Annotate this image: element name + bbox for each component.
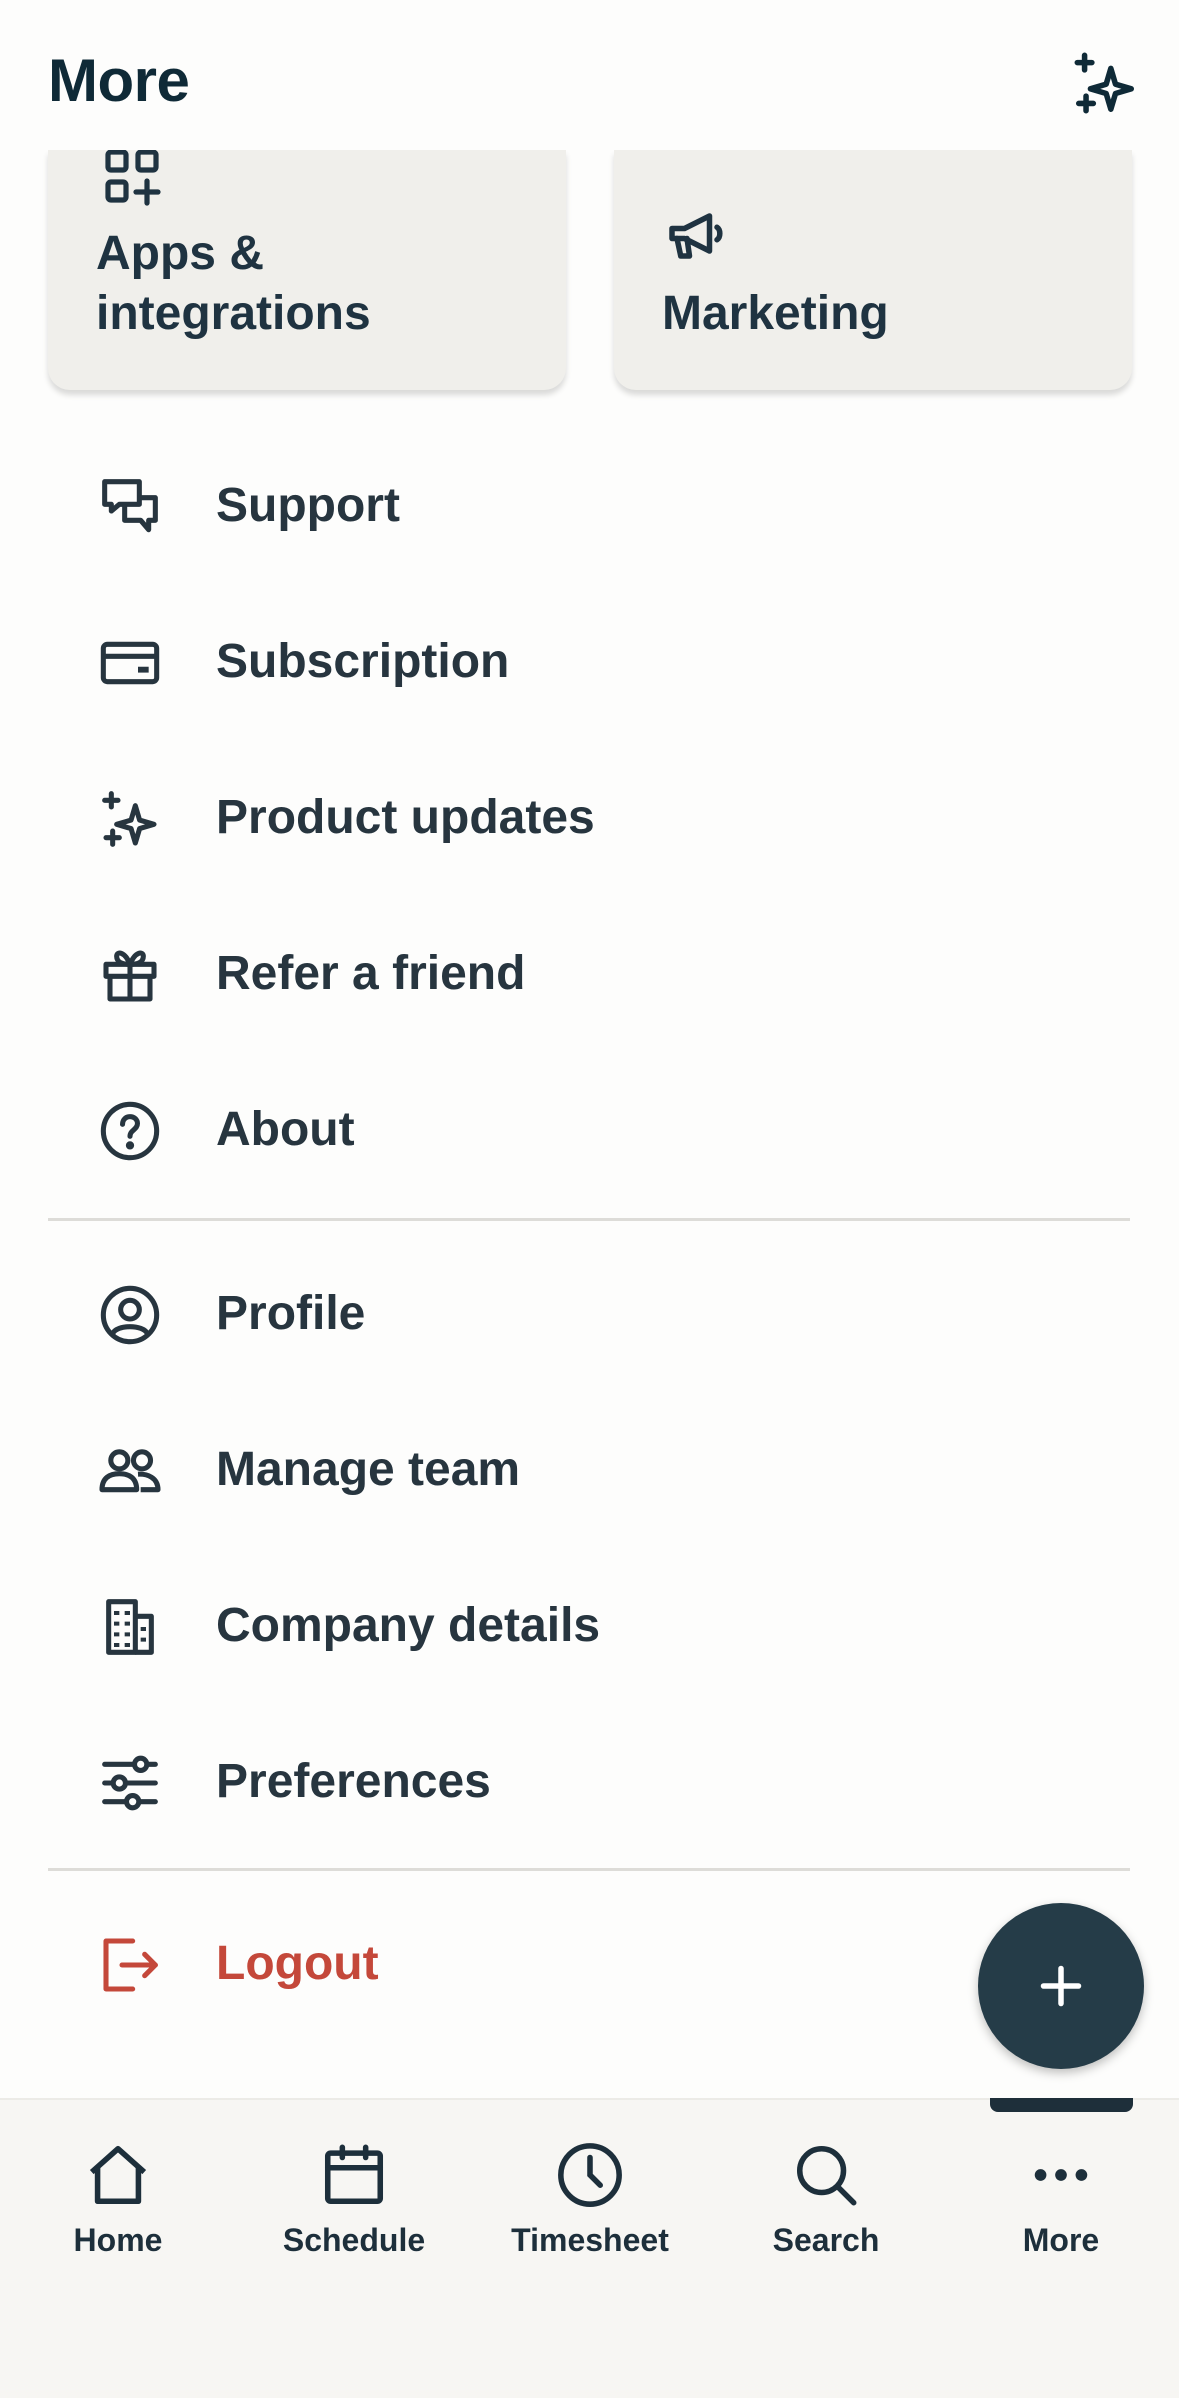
- calendar-icon: [324, 2144, 384, 2205]
- more-dots-icon: [1034, 2169, 1088, 2181]
- building-icon: [106, 1599, 154, 1655]
- nav-label: Search: [772, 2222, 880, 2258]
- add-fab-button[interactable]: [978, 1903, 1144, 2069]
- credit-card-icon: [100, 641, 160, 685]
- header: More: [0, 0, 1179, 150]
- section-divider: [48, 1868, 1130, 1871]
- team-icon: [99, 1449, 161, 1493]
- nav-schedule[interactable]: Schedule: [236, 2100, 472, 2280]
- nav-label: Schedule: [282, 2222, 426, 2258]
- menu-item-label: Manage team: [216, 1443, 521, 1496]
- nav-label: Home: [73, 2222, 163, 2258]
- marketing-label: Marketing: [662, 287, 889, 340]
- menu-item-label: Preferences: [216, 1755, 491, 1808]
- nav-more[interactable]: More: [943, 2100, 1179, 2280]
- megaphone-icon: [669, 213, 723, 259]
- apps-integrations-label-line2: integrations: [96, 287, 371, 340]
- menu-item-company-details[interactable]: Company details: [48, 1550, 1130, 1700]
- bottom-nav: Home Schedule Timesheet Search More: [0, 2098, 1179, 2398]
- nav-label: Timesheet: [511, 2222, 669, 2258]
- home-icon: [89, 2145, 147, 2205]
- menu-item-label: About: [216, 1103, 355, 1156]
- search-icon: [796, 2145, 857, 2206]
- apps-grid-icon: [105, 150, 161, 206]
- menu-item-subscription[interactable]: Subscription: [48, 586, 1130, 736]
- gift-icon: [103, 950, 157, 1002]
- menu-item-refer-a-friend[interactable]: Refer a friend: [48, 898, 1130, 1048]
- marketing-card[interactable]: Marketing: [614, 150, 1132, 390]
- nav-search[interactable]: Search: [708, 2100, 944, 2280]
- menu-item-label: Subscription: [216, 635, 510, 688]
- menu-item-about[interactable]: About: [48, 1054, 1130, 1204]
- apps-integrations-card[interactable]: Apps & integrations: [48, 150, 566, 390]
- apps-integrations-label-line1: Apps &: [96, 227, 264, 280]
- sliders-icon: [102, 1755, 158, 1811]
- user-circle-icon: [100, 1285, 160, 1345]
- nav-label: More: [1022, 2222, 1100, 2258]
- clock-icon: [558, 2143, 622, 2207]
- chat-bubbles-icon: [102, 479, 158, 533]
- product-updates-button[interactable]: [1070, 48, 1140, 118]
- menu-item-label: Product updates: [216, 791, 595, 844]
- logout-icon: [103, 1938, 158, 1992]
- logout-label: Logout: [216, 1937, 379, 1990]
- plus-icon: [1040, 1965, 1082, 2007]
- logout-button[interactable]: Logout: [48, 1888, 1130, 2038]
- menu-item-preferences[interactable]: Preferences: [48, 1706, 1130, 1856]
- help-circle-icon: [100, 1101, 160, 1161]
- section-divider: [48, 1218, 1130, 1221]
- sparkle-icon: [102, 791, 157, 847]
- nav-timesheet[interactable]: Timesheet: [472, 2100, 708, 2280]
- menu-item-profile[interactable]: Profile: [48, 1238, 1130, 1388]
- menu-item-label: Company details: [216, 1599, 601, 1652]
- active-tab-indicator: [990, 2098, 1133, 2112]
- menu-item-label: Support: [216, 479, 400, 532]
- menu-item-product-updates[interactable]: Product updates: [48, 742, 1130, 892]
- menu-item-manage-team[interactable]: Manage team: [48, 1394, 1130, 1544]
- sparkle-icon: [1074, 52, 1135, 114]
- menu-item-support[interactable]: Support: [48, 430, 1130, 580]
- menu-item-label: Refer a friend: [216, 947, 526, 1000]
- nav-home[interactable]: Home: [0, 2100, 236, 2280]
- menu-item-label: Profile: [216, 1287, 366, 1340]
- page-title: More: [48, 47, 190, 114]
